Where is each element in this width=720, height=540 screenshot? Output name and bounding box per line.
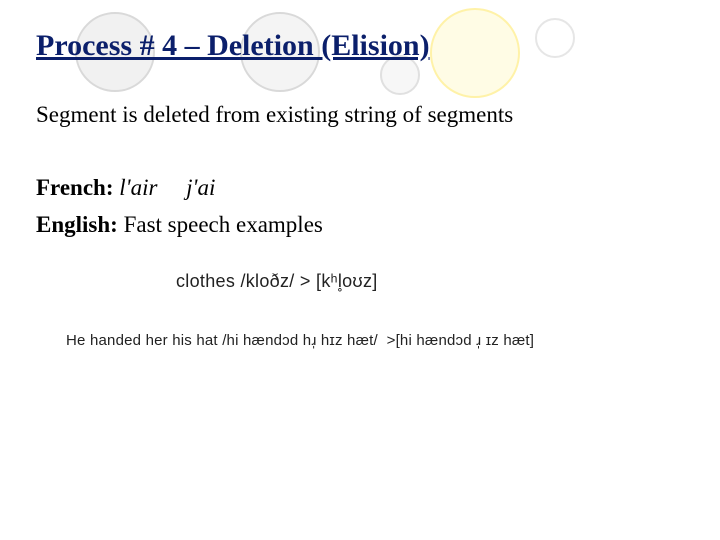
french-label: French:	[36, 175, 114, 200]
french-example-2: j'ai	[186, 175, 215, 200]
english-text: Fast speech examples	[124, 212, 323, 237]
example-sentence: He handed her his hat	[66, 332, 218, 349]
example-underlying: /hi hændɔd hɹ̩ hɪz hæt/	[222, 332, 378, 349]
english-line: English: Fast speech examples	[36, 207, 684, 244]
example-surface: [kʰl̥oʊz]	[316, 271, 378, 291]
example-surface: [hi hændɔd ɹ̩ ɪz hæt]	[396, 332, 535, 349]
slide-content: Process # 4 – Deletion (Elision) Segment…	[0, 0, 720, 377]
french-line: French: l'air j'ai	[36, 170, 684, 207]
arrow-symbol: >	[387, 332, 396, 349]
english-label: English:	[36, 212, 118, 237]
example-underlying: /kloðz/	[240, 271, 294, 291]
arrow-symbol: >	[300, 271, 311, 291]
slide-title: Process # 4 – Deletion (Elision)	[36, 28, 684, 64]
french-example-1: l'air	[119, 175, 157, 200]
example-word: clothes	[176, 271, 235, 291]
phonetic-example-2: He handed her his hat /hi hændɔd hɹ̩ hɪz…	[66, 332, 684, 349]
slide-description: Segment is deleted from existing string …	[36, 100, 684, 130]
phonetic-example-1: clothes /kloðz/ > [kʰl̥oʊz]	[176, 271, 684, 292]
